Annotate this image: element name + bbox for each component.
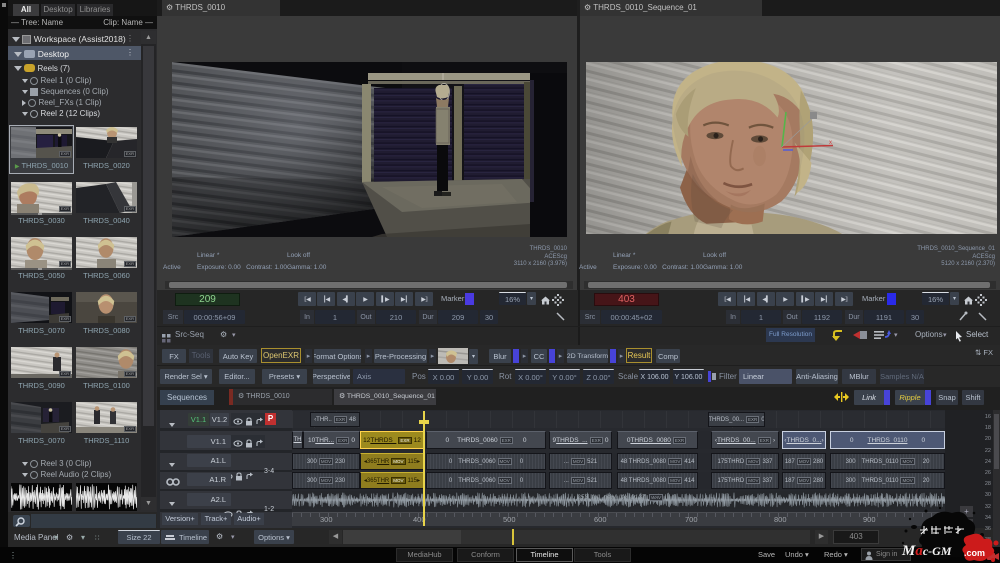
svg-text:.com: .com	[964, 548, 985, 558]
svg-text:Mac-GM: Mac-GM	[901, 543, 952, 559]
svg-text:x: x	[829, 140, 832, 146]
